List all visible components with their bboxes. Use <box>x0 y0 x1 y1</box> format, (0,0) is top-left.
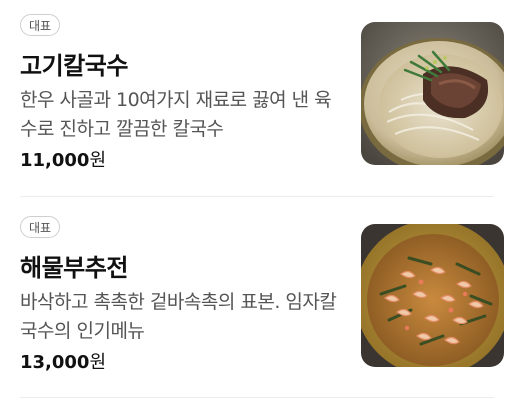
menu-item[interactable]: 대표 고기칼국수 한우 사골과 10여가지 재료로 끓여 낸 육수로 진하고 깔… <box>20 14 504 171</box>
menu-item-description: 한우 사골과 10여가지 재료로 끓여 낸 육수로 진하고 깔끔한 칼국수 <box>20 89 332 140</box>
signature-badge: 대표 <box>20 216 61 238</box>
menu-item-description: 바삭하고 촉촉한 겉바속촉의 표본. 임자칼국수의 인기메뉴 <box>20 291 337 342</box>
price-value: 11,000 <box>20 150 90 171</box>
menu-item-name: 해물부추전 <box>20 254 128 282</box>
divider <box>20 196 494 197</box>
price-currency: 원 <box>89 150 107 171</box>
menu-item-price: 11,000원 <box>20 146 106 172</box>
signature-badge: 대표 <box>20 14 61 36</box>
menu-list: 대표 고기칼국수 한우 사골과 10여가지 재료로 끓여 낸 육수로 진하고 깔… <box>0 0 514 400</box>
menu-item[interactable]: 대표 해물부추전 바삭하고 촉촉한 겉바속촉의 표본. 임자칼국수의 인기메뉴 … <box>20 216 504 373</box>
divider <box>20 397 494 398</box>
menu-item-price: 13,000원 <box>20 348 106 374</box>
seafood-pancake-photo[interactable] <box>361 224 504 367</box>
price-value: 13,000 <box>20 352 90 373</box>
menu-item-name: 고기칼국수 <box>20 52 128 80</box>
price-currency: 원 <box>89 352 107 373</box>
beef-kalguksu-photo[interactable] <box>361 22 504 165</box>
